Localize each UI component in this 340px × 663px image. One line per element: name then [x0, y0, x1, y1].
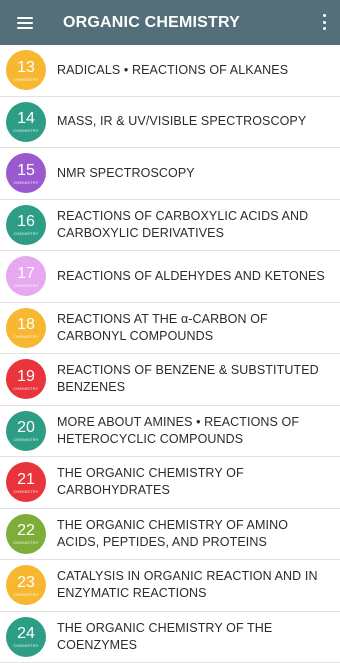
list-item[interactable]: 14 CHEMISTRY MASS, IR & UV/VISIBLE SPECTR… — [0, 97, 340, 148]
list-item[interactable]: 19 CHEMISTRY REACTIONS OF BENZENE & SUBST… — [0, 354, 340, 406]
list-item[interactable]: 16 CHEMISTRY REACTIONS OF CARBOXYLIC ACID… — [0, 200, 340, 251]
list-item[interactable]: 20 CHEMISTRY MORE ABOUT AMINES • REACTION… — [0, 406, 340, 457]
chapter-title: THE ORGANIC CHEMISTRY OF AMINO ACIDS, PE… — [57, 517, 289, 549]
chapter-number-badge: 13 CHEMISTRY — [6, 50, 46, 91]
list-item[interactable]: 17 CHEMISTRY REACTIONS OF ALDEHYDES AND K… — [0, 251, 340, 303]
chapter-title: THE ORGANIC CHEMISTRY OF THE COENZYMES — [57, 620, 273, 652]
chapter-number-badge: 19 CHEMISTRY — [6, 359, 46, 400]
list-item[interactable]: 21 CHEMISTRY THE ORGANIC CHEMISTRY OF CAR… — [0, 457, 340, 509]
chapter-number-badge: 15 CHEMISTRY — [6, 153, 46, 194]
chapter-number-badge: 24 CHEMISTRY — [6, 616, 46, 657]
chapter-number-badge: 23 CHEMISTRY — [6, 565, 46, 606]
list-item[interactable]: 22 CHEMISTRY THE ORGANIC CHEMISTRY OF AMI… — [0, 509, 340, 560]
list-item[interactable]: 15 CHEMISTRY NMR SPECTROSCOPY — [0, 148, 340, 200]
chapter-title: REACTIONS OF BENZENE & SUBSTITUTED BENZE… — [57, 363, 319, 395]
hamburger-menu-icon[interactable] — [17, 16, 33, 29]
more-vert-icon[interactable] — [322, 14, 326, 30]
chapter-number-badge: 14 CHEMISTRY — [6, 101, 46, 142]
chapter-number-badge: 20 CHEMISTRY — [6, 410, 46, 451]
chapter-title: THE ORGANIC CHEMISTRY OF CARBOHYDRATES — [57, 466, 244, 498]
chapter-number-badge: 17 CHEMISTRY — [6, 256, 46, 297]
chapter-title: RADICALS • REACTIONS OF ALKANES — [57, 62, 289, 77]
chapter-number-badge: 22 CHEMISTRY — [6, 513, 46, 554]
chapter-number-badge: 16 CHEMISTRY — [6, 204, 46, 245]
chapter-list: 13 CHEMISTRY RADICALS • REACTIONS OF ALKA… — [0, 45, 340, 663]
list-item[interactable]: 24 CHEMISTRY THE ORGANIC CHEMISTRY OF THE… — [0, 612, 340, 663]
chapter-title: MORE ABOUT AMINES • REACTIONS OF HETEROC… — [57, 414, 300, 446]
chapter-title: REACTIONS OF ALDEHYDES AND KETONES — [57, 268, 325, 283]
chapter-number-badge: 18 CHEMISTRY — [6, 307, 46, 348]
list-item[interactable]: 23 CHEMISTRY CATALYSIS IN ORGANIC REACTIO… — [0, 560, 340, 612]
chapter-title: REACTIONS AT THE α-CARBON OF CARBONYL CO… — [57, 311, 268, 343]
list-item[interactable]: 13 CHEMISTRY RADICALS • REACTIONS OF ALKA… — [0, 45, 340, 97]
chapter-title: CATALYSIS IN ORGANIC REACTION AND IN ENZ… — [57, 569, 318, 601]
chapter-number-badge: 21 CHEMISTRY — [6, 462, 46, 503]
chapter-title: REACTIONS OF CARBOXYLIC ACIDS AND CARBOX… — [57, 208, 309, 240]
chapter-title: MASS, IR & UV/VISIBLE SPECTROSCOPY — [57, 114, 307, 129]
list-item[interactable]: 18 CHEMISTRY REACTIONS AT THE α-CARBON OF… — [0, 303, 340, 354]
page-title: ORGANIC CHEMISTRY — [63, 13, 241, 31]
chapter-title: NMR SPECTROSCOPY — [57, 165, 195, 180]
app-bar: ORGANIC CHEMISTRY — [0, 0, 340, 45]
